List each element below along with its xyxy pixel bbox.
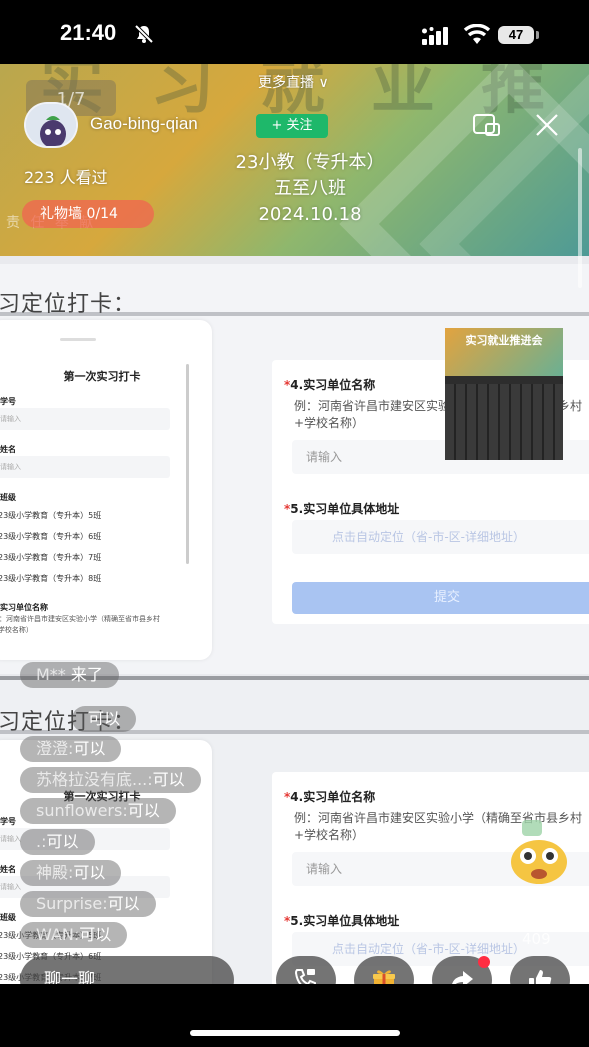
form-title: 第一次实习打卡 bbox=[63, 370, 141, 383]
chat-message: Surprise:可以 bbox=[20, 891, 156, 917]
chat-message: 澄澄:可以 bbox=[20, 736, 122, 762]
follow-button[interactable]: + 关注 bbox=[256, 114, 328, 138]
chat-text: 可以 bbox=[88, 709, 121, 728]
chat-message: 神殿:可以 bbox=[20, 860, 122, 886]
chat-user: 苏格拉没有底... bbox=[36, 770, 148, 789]
unit-name-label: *4.实习单位名称 bbox=[284, 790, 376, 804]
name-label: 姓名 bbox=[0, 865, 16, 874]
class-label: 班级 bbox=[0, 493, 16, 502]
more-live-button[interactable]: 更多直播 ∨ bbox=[258, 72, 329, 92]
class-label: 班级 bbox=[0, 913, 16, 922]
chat-message: 可以 bbox=[72, 706, 137, 732]
like-emoji-icon bbox=[511, 820, 567, 884]
chat-message: .:可以 bbox=[20, 829, 95, 855]
stream-title-line: 五至八班 bbox=[274, 178, 346, 199]
class-option: 23级小学教育（专升本）7班 bbox=[0, 553, 102, 562]
chat-user: WAN bbox=[36, 925, 74, 944]
bell-muted-icon bbox=[134, 24, 154, 44]
scroll-indicator bbox=[578, 148, 582, 288]
chat-text: 可以 bbox=[107, 894, 140, 913]
status-bar: 21:40 47 bbox=[0, 0, 589, 64]
stream-title-line: 23小教（专升本） bbox=[235, 152, 385, 173]
name-input: 请输入 bbox=[0, 456, 170, 478]
phone-form-card: 第一次实习打卡 学号 请输入 姓名 请输入 班级 23级小学教育（专升本）5班 … bbox=[0, 320, 212, 660]
chat-message: M** 来了 bbox=[20, 662, 119, 688]
chat-message: sunflowers:可以 bbox=[20, 798, 176, 824]
submit-button: 提交 bbox=[292, 582, 589, 614]
thumbnail-title: 实习就业推进会 bbox=[465, 334, 543, 347]
class-option: 23级小学教育（专升本）6班 bbox=[0, 532, 102, 541]
close-icon[interactable] bbox=[534, 112, 560, 138]
battery-indicator: 47 bbox=[498, 26, 534, 44]
avatar-eggplant-icon bbox=[26, 104, 76, 146]
wifi-icon bbox=[463, 24, 491, 44]
home-area bbox=[0, 984, 589, 1047]
student-id-label: 学号 bbox=[0, 817, 16, 826]
student-id-label: 学号 bbox=[0, 397, 16, 406]
battery-tip bbox=[536, 31, 539, 39]
unit-label: 实习单位名称 bbox=[0, 603, 48, 612]
chat-user: 澄澄 bbox=[36, 739, 69, 758]
stream-title-line: 2024.10.18 bbox=[258, 204, 362, 225]
avatar[interactable] bbox=[24, 102, 78, 148]
viewer-count: 223 人看过 bbox=[24, 168, 108, 187]
chat-user: 神殿 bbox=[36, 863, 69, 882]
card-scrollbar bbox=[186, 364, 189, 564]
home-indicator[interactable] bbox=[190, 1030, 400, 1036]
slide-heading: 习定位打卡： bbox=[0, 292, 137, 317]
host-name[interactable]: Gao-bing-qian bbox=[90, 114, 198, 134]
chat-text: 可以 bbox=[127, 801, 160, 820]
chat-text: 可以 bbox=[73, 863, 106, 882]
chat-text: 可以 bbox=[152, 770, 185, 789]
unit-name-label: *4.实习单位名称 bbox=[284, 378, 376, 392]
gift-wall-button[interactable]: 礼物墙 0/14 bbox=[22, 200, 154, 228]
notification-dot bbox=[478, 956, 490, 968]
slide-panel: 习定位打卡： 第一次实习打卡 学号 请输入 姓名 请输入 班级 23级小学教育（… bbox=[0, 264, 589, 674]
chat-text: 可以 bbox=[79, 925, 112, 944]
camera-thumbnail: 实习就业推进会 bbox=[445, 328, 563, 460]
card-handle bbox=[60, 338, 96, 341]
status-time: 21:40 bbox=[60, 20, 117, 45]
stream-title: 23小教（专升本） 五至八班 2024.10.18 bbox=[200, 150, 420, 228]
cellular-signal-icon bbox=[422, 27, 448, 45]
chat-user: M** bbox=[36, 665, 66, 684]
class-option: 23级小学教育（专升本）8班 bbox=[0, 574, 102, 583]
chat-text: 可以 bbox=[46, 832, 79, 851]
student-id-input: 请输入 bbox=[0, 408, 170, 430]
unit-note: 例：河南省许昌市建安区实验小学（精确至省市县乡村+学校名称） bbox=[0, 615, 160, 634]
class-option: 23级小学教育（专升本）5班 bbox=[0, 511, 102, 520]
keyboard-image bbox=[445, 384, 563, 460]
chat-text: 来了 bbox=[70, 665, 103, 684]
chat-text: 可以 bbox=[73, 739, 106, 758]
unit-address-label: *5.实习单位具体地址 bbox=[284, 914, 400, 928]
name-label: 姓名 bbox=[0, 445, 16, 454]
picture-in-picture-icon[interactable] bbox=[472, 112, 502, 138]
chat-user: Surprise bbox=[36, 894, 103, 913]
chat-message: 苏格拉没有底...:可以 bbox=[20, 767, 201, 793]
unit-address-label: *5.实习单位具体地址 bbox=[284, 502, 400, 516]
chat-user: sunflowers bbox=[36, 801, 123, 820]
unit-address-input: 点击自动定位（省-市-区-详细地址） bbox=[292, 520, 589, 554]
